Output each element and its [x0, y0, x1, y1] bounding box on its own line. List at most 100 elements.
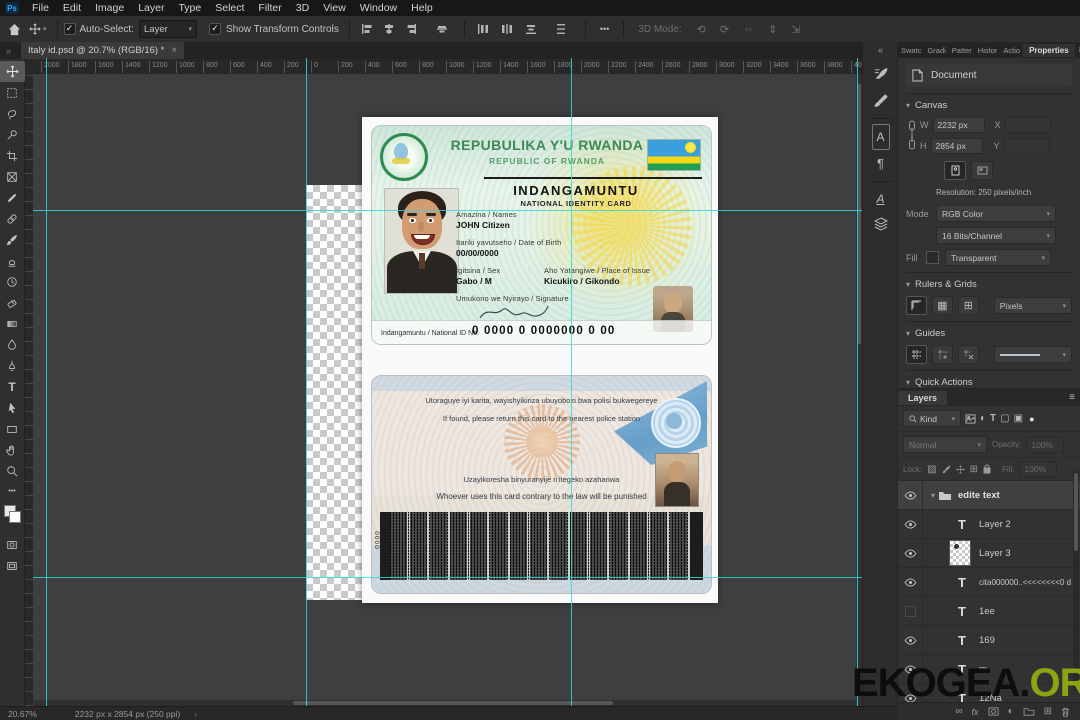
menu-image[interactable]: Image [88, 0, 131, 16]
lock-position-icon[interactable] [955, 464, 965, 474]
quick-selection-tool[interactable] [0, 124, 25, 145]
brush-tool[interactable] [0, 229, 25, 250]
filter-kind-dropdown[interactable]: Kind ▾ [903, 410, 961, 427]
blur-tool[interactable] [0, 334, 25, 355]
horizontal-ruler[interactable]: 2000 1800 1600 1400 1200 1000 800 600 400 200 0 200… [33, 59, 862, 75]
visibility-toggle[interactable] [898, 481, 923, 509]
distribute-vertical-icon[interactable] [555, 23, 567, 35]
rulers-grids-header[interactable]: ▾ Rulers & Grids [906, 279, 1072, 290]
menu-layer[interactable]: Layer [131, 0, 171, 16]
layer-row[interactable]: T Layer 2 [898, 510, 1080, 539]
canvas-area[interactable]: REPUBULIKA Y'U RWANDA REPUBLIC OF RWANDA… [33, 74, 862, 706]
new-group-icon[interactable] [1023, 707, 1035, 716]
move-tool[interactable] [0, 61, 25, 82]
fill-swatch[interactable] [926, 251, 939, 264]
crop-tool[interactable] [0, 145, 25, 166]
glyphs-panel-icon[interactable]: A [876, 187, 884, 211]
toggle-grid-button[interactable]: ▦ [931, 296, 953, 315]
filter-adjustment-icon[interactable]: ◐ [980, 413, 986, 424]
document-tab[interactable]: Italy id.psd @ 20.7% (RGB/16) * × [21, 42, 185, 59]
id-card-front[interactable]: REPUBULIKA Y'U RWANDA REPUBLIC OF RWANDA… [371, 125, 712, 345]
rectangle-tool[interactable] [0, 418, 25, 439]
brushes-panel-icon[interactable] [873, 87, 888, 113]
new-adjustment-icon[interactable]: ◐ [1008, 706, 1014, 717]
filter-shape-icon[interactable]: ▢ [1000, 413, 1009, 424]
tab-actions[interactable]: Actio [1000, 46, 1023, 55]
foreground-background-colors[interactable] [0, 502, 25, 528]
menu-file[interactable]: File [25, 0, 56, 16]
units-dropdown[interactable]: Pixels ▾ [993, 297, 1072, 314]
link-layers-icon[interactable]: ∞ [955, 706, 962, 717]
quick-actions-header[interactable]: ▾ Quick Actions [906, 377, 1072, 388]
id-card-back[interactable]: Utoraguye iyi karita, wayishyikiriza ubu… [371, 375, 712, 594]
type-tool[interactable]: T [0, 376, 25, 397]
lock-paint-icon[interactable] [942, 465, 951, 474]
layer-row[interactable]: Layer 3 [898, 539, 1080, 568]
eyedropper-tool[interactable] [0, 187, 25, 208]
lock-artboard-icon[interactable]: ⊞ [970, 464, 978, 475]
bit-depth-dropdown[interactable]: 16 Bits/Channel ▾ [936, 227, 1056, 244]
collapse-dock-icon[interactable]: « [878, 45, 883, 55]
edit-toolbar-icon[interactable]: ••• [0, 481, 25, 502]
distribute-left-icon[interactable] [477, 23, 489, 35]
fill-dropdown[interactable]: Transparent ▾ [945, 249, 1051, 266]
menu-type[interactable]: Type [171, 0, 208, 16]
guides-header[interactable]: ▾ Guides [906, 328, 1072, 339]
toggle-guides-button[interactable] [906, 345, 927, 364]
guide-vertical-1[interactable] [46, 58, 47, 706]
visibility-toggle[interactable] [898, 597, 923, 625]
menu-view[interactable]: View [316, 0, 353, 16]
lock-all-icon[interactable] [983, 464, 991, 474]
filter-type-icon[interactable]: T [990, 413, 996, 424]
lock-transparency-icon[interactable]: ▨ [927, 464, 936, 475]
home-icon[interactable] [8, 23, 21, 36]
layer-row[interactable]: T 1ee [898, 597, 1080, 626]
menu-select[interactable]: Select [208, 0, 251, 16]
menu-3d[interactable]: 3D [289, 0, 316, 16]
delete-layer-icon[interactable] [1061, 707, 1070, 717]
guide-vertical-4[interactable] [857, 58, 858, 706]
layers-menu-icon[interactable]: ≡ [1064, 392, 1080, 403]
layer-effects-icon[interactable]: fx [972, 707, 979, 717]
align-center-horizontal-icon[interactable] [383, 23, 395, 35]
layers-tab[interactable]: Layers [898, 390, 948, 405]
layers-scrollbar[interactable] [1073, 471, 1079, 691]
zoom-level-field[interactable]: 20.67% [8, 709, 37, 719]
close-tab-icon[interactable]: × [171, 45, 177, 56]
tab-properties[interactable]: Properties [1023, 43, 1075, 57]
character-panel-icon[interactable]: A [871, 124, 890, 150]
height-field[interactable]: 2854 px [930, 138, 983, 154]
add-mask-icon[interactable] [988, 707, 999, 716]
visibility-toggle[interactable] [898, 626, 923, 654]
toggle-snap-button[interactable]: ⊞ [957, 296, 979, 315]
filter-smart-icon[interactable]: ▣ [1014, 413, 1023, 424]
visibility-toggle[interactable] [898, 510, 923, 538]
guide-horizontal-1[interactable] [33, 210, 862, 211]
new-layer-icon[interactable]: ⊞ [1044, 706, 1052, 717]
guide-style-dropdown[interactable]: ▾ [993, 346, 1072, 363]
libraries-panel-icon[interactable] [873, 211, 888, 237]
guide-vertical-2[interactable] [306, 58, 307, 706]
paragraph-panel-icon[interactable]: ¶ [877, 150, 884, 176]
hand-tool[interactable] [0, 439, 25, 460]
align-right-icon[interactable] [405, 23, 417, 35]
tab-history[interactable]: Histor [975, 46, 1001, 55]
width-field[interactable]: 2232 px [932, 117, 985, 133]
link-dimensions-icon[interactable] [908, 119, 916, 151]
lasso-tool[interactable] [0, 103, 25, 124]
filter-toggle-icon[interactable]: ● [1029, 414, 1034, 424]
frame-tool[interactable] [0, 166, 25, 187]
gradient-tool[interactable] [0, 313, 25, 334]
clear-guides-button[interactable] [957, 345, 979, 364]
tab-gradients[interactable]: Gradi [924, 46, 948, 55]
layer-row[interactable]: T cita000000..<<<<<<<<0 d [898, 568, 1080, 597]
marquee-tool[interactable] [0, 82, 25, 103]
brush-settings-icon[interactable] [873, 61, 888, 87]
auto-select-dropdown[interactable]: Layer ▾ [139, 20, 197, 38]
quick-mask-icon[interactable] [0, 534, 25, 555]
eraser-tool[interactable] [0, 292, 25, 313]
orientation-portrait-button[interactable] [944, 161, 966, 180]
filter-pixel-icon[interactable] [965, 413, 976, 424]
orientation-landscape-button[interactable] [971, 161, 993, 180]
menu-edit[interactable]: Edit [56, 0, 88, 16]
